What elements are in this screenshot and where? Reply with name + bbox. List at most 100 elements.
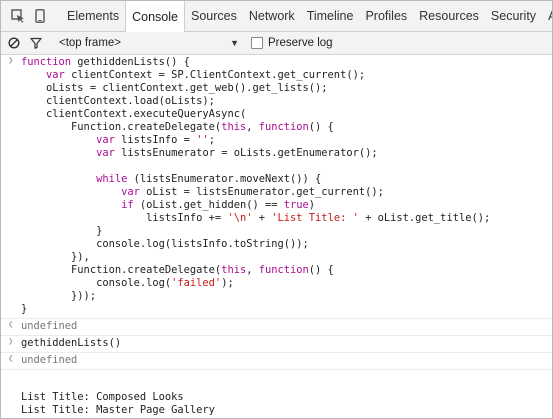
input-prompt-icon: ❯ [8, 337, 14, 347]
code-line: clientContext.load(oLists); [21, 95, 552, 108]
code-text: (listsEnumerator.moveNext()) { [127, 173, 322, 185]
code-text: })); [21, 290, 97, 302]
code-line: oLists = clientContext.get_web().get_lis… [21, 82, 552, 95]
tab-resources[interactable]: Resources [413, 1, 485, 31]
code-text: oLists = clientContext.get_web().get_lis… [21, 82, 328, 94]
tab-security[interactable]: Security [485, 1, 542, 31]
log-line: List Title: Composed Looks [21, 391, 184, 403]
code-text: listsInfo += [21, 212, 228, 224]
code-text: clientContext = SP.ClientContext.get_cur… [64, 69, 366, 81]
console-toolbar: <top frame> ▼ Preserve log [1, 32, 552, 55]
frame-selector[interactable]: <top frame> ▼ [59, 37, 239, 49]
code-line: function gethiddenLists() { [21, 56, 552, 69]
code-text: , [246, 121, 259, 133]
code-text: gethiddenLists() { [71, 56, 190, 68]
result-value: undefined [21, 354, 78, 366]
code-text: ) [308, 199, 316, 211]
chevron-down-icon: ▼ [230, 38, 239, 48]
code-line: })); [21, 290, 552, 303]
code-keyword: var [46, 69, 65, 81]
tab-timeline[interactable]: Timeline [301, 1, 360, 31]
code-text: listsEnumerator = oLists.getEnumerator()… [114, 147, 378, 159]
code-text: console.log( [21, 277, 172, 289]
code-keyword: function [258, 264, 309, 276]
code-text: () { [308, 264, 334, 276]
code-keyword: while [96, 173, 128, 185]
frame-selector-value: <top frame> [59, 37, 122, 49]
code-text: oList = listsEnumerator.get_current(); [139, 186, 384, 198]
code-string: '\n' [227, 212, 253, 224]
devtools-window: Elements Console Sources Network Timeline Pro… [0, 0, 553, 419]
device-mode-icon[interactable] [29, 1, 51, 31]
devtools-tab-bar: Elements Console Sources Network Timeline Pro… [1, 1, 552, 32]
result-value: undefined [21, 320, 78, 332]
code-keyword: var [96, 134, 115, 146]
code-keyword: var [96, 147, 115, 159]
toolbar-icons [1, 1, 51, 31]
code-text: Function.createDelegate( [21, 121, 222, 133]
code-line: }), [21, 251, 552, 264]
code-text: }), [21, 251, 90, 263]
code-keyword: function [258, 121, 309, 133]
code-line: clientContext.executeQueryAsync( [21, 108, 552, 121]
preserve-log-toggle[interactable]: Preserve log [251, 37, 333, 49]
tab-elements[interactable]: Elements [61, 1, 125, 31]
tab-console[interactable]: Console [125, 1, 185, 32]
input-prompt-icon: ❯ [8, 56, 14, 66]
code-text: } [21, 225, 103, 237]
code-text: ; [208, 134, 215, 146]
code-line: console.log(listsInfo.toString()); [21, 238, 552, 251]
code-text: clientContext.executeQueryAsync( [21, 108, 247, 120]
code-line: while (listsEnumerator.moveNext()) { [21, 173, 552, 186]
code-keyword: function [21, 56, 72, 68]
tab-audits[interactable]: Audits [542, 1, 552, 31]
code-keyword: this [221, 121, 247, 133]
result-prompt-icon: ❮ [8, 354, 14, 364]
tab-network[interactable]: Network [243, 1, 301, 31]
console-log-entry: List Title: Composed Looks List Title: Ma… [1, 370, 552, 418]
code-keyword: if [121, 199, 134, 211]
code-text: () { [308, 121, 334, 133]
code-text: + oList.get_title(); [358, 212, 491, 224]
console-result-entry: ❮ undefined [1, 353, 552, 370]
code-text: listsInfo = [114, 134, 197, 146]
clear-console-icon[interactable] [5, 32, 23, 54]
code-line: listsInfo += '\n' + 'List Title: ' + oLi… [21, 212, 552, 225]
filter-icon[interactable] [27, 32, 45, 54]
tab-sources[interactable]: Sources [185, 1, 243, 31]
code-string: 'failed' [171, 277, 222, 289]
log-line: List Title: Master Page Gallery [21, 404, 215, 416]
preserve-log-checkbox[interactable] [251, 37, 263, 49]
code-line: } [21, 303, 552, 316]
code-text: clientContext.load(oLists); [21, 95, 215, 107]
code-line: var listsInfo = ''; [21, 134, 552, 147]
code-line: } [21, 225, 552, 238]
result-prompt-icon: ❮ [8, 320, 14, 330]
code-keyword: var [121, 186, 140, 198]
code-text: } [21, 303, 28, 315]
code-keyword: this [221, 264, 247, 276]
panel-tabs: Elements Console Sources Network Timeline Pro… [61, 1, 552, 32]
preserve-log-label: Preserve log [268, 37, 333, 49]
code-line: var oList = listsEnumerator.get_current(… [21, 186, 552, 199]
code-line: console.log('failed'); [21, 277, 552, 290]
console-output: ❯ function gethiddenLists() { var client… [1, 55, 552, 418]
tab-profiles[interactable]: Profiles [359, 1, 413, 31]
code-keyword: true [283, 199, 309, 211]
inspect-icon[interactable] [7, 1, 29, 31]
code-string: '' [196, 134, 209, 146]
code-line: var listsEnumerator = oLists.getEnumerat… [21, 147, 552, 160]
code-text: (oList.get_hidden() == [133, 199, 284, 211]
code-line: Function.createDelegate(this, function()… [21, 121, 552, 134]
console-input-entry: ❯ function gethiddenLists() { var client… [1, 55, 552, 319]
code-line: var clientContext = SP.ClientContext.get… [21, 69, 552, 82]
console-result-entry: ❮ undefined [1, 319, 552, 336]
